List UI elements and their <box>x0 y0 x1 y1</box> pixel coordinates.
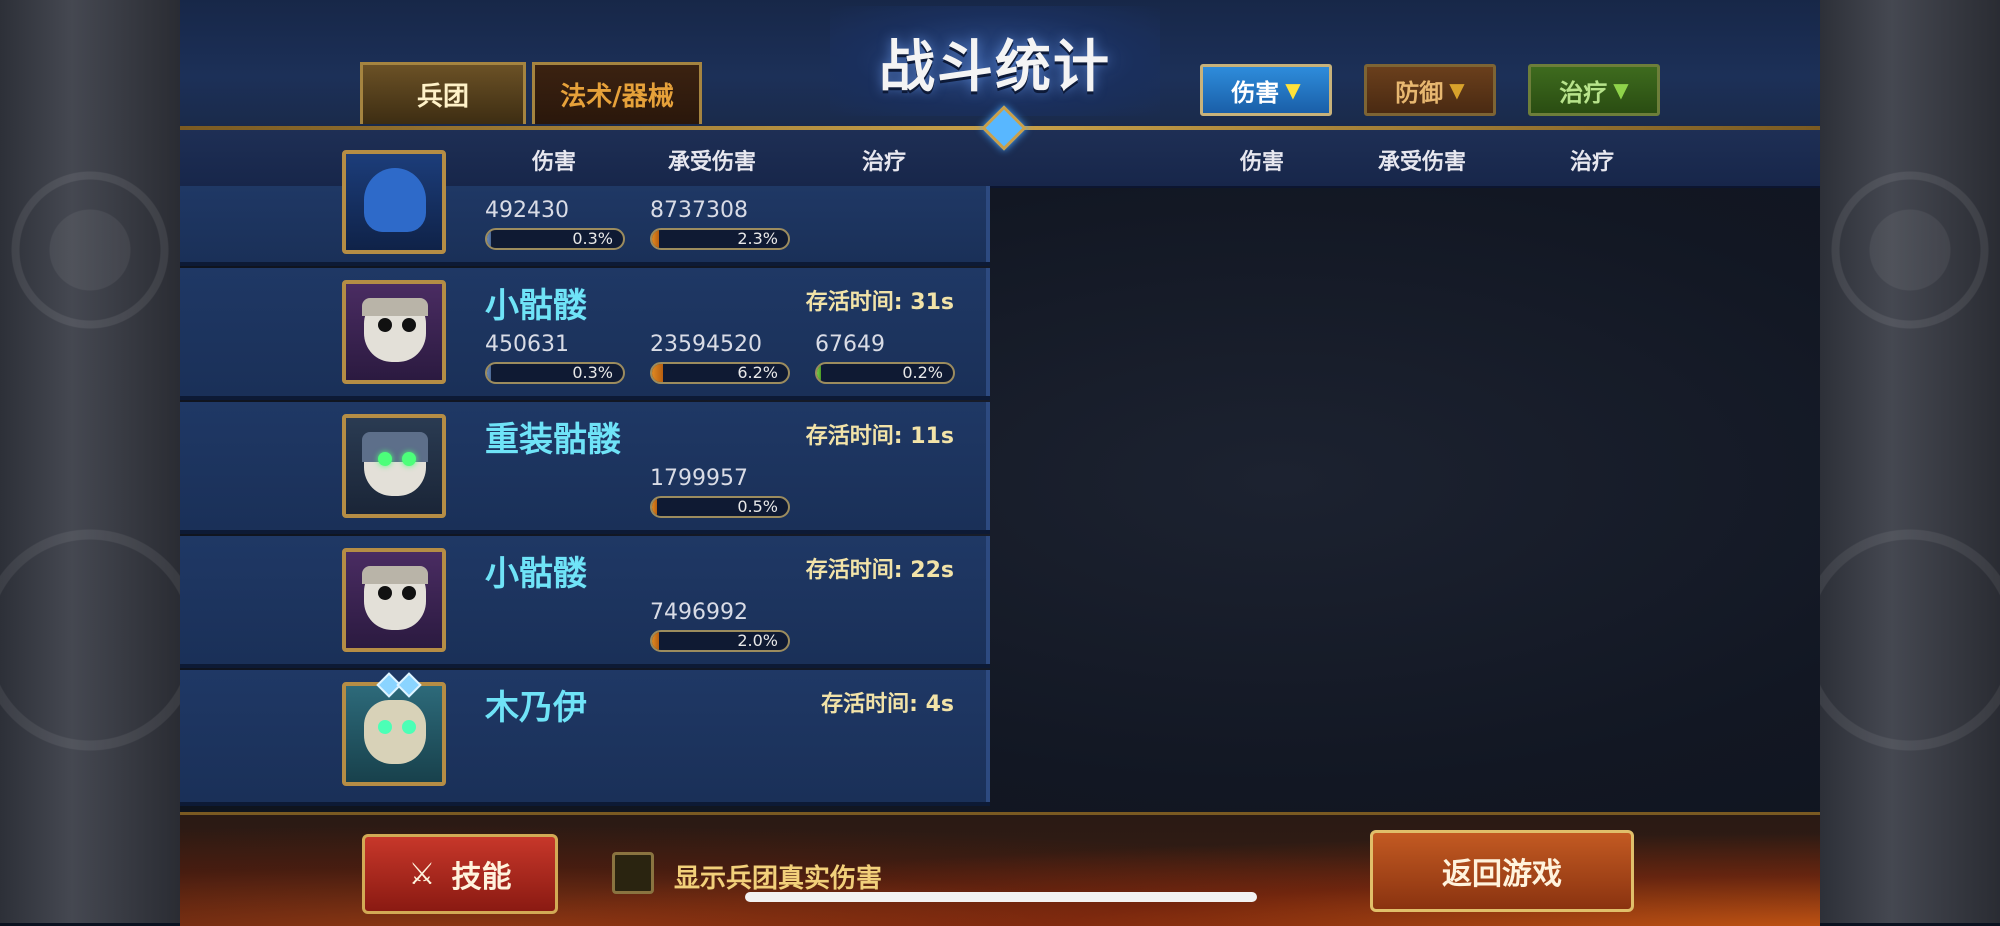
survive-label: 存活时间: <box>805 424 903 449</box>
home-indicator[interactable] <box>745 892 1257 902</box>
filter-defense-button[interactable]: 防御 ▼ <box>1364 64 1496 116</box>
unit-row[interactable]: 小骷髅 存活时间: 31s 450631 23594520 67649 0.3%… <box>180 268 990 400</box>
survive-value: 22s <box>910 558 954 583</box>
show-true-damage-checkbox[interactable] <box>612 852 654 894</box>
skill-label: 技能 <box>451 860 512 895</box>
avatar-bandage <box>362 566 428 584</box>
survive-value: 4s <box>925 692 954 717</box>
mummy-icon <box>342 682 446 786</box>
avatar-eye <box>378 318 392 332</box>
armored-skeleton-icon <box>342 414 446 518</box>
unit-name: 重装骷髅 <box>485 420 621 460</box>
survive-time: 存活时间: 31s <box>806 284 954 316</box>
avatar-face <box>364 168 426 232</box>
column-header-damage-taken: 承受伤害 <box>1378 150 1467 175</box>
avatar-eye <box>402 720 416 734</box>
avatar-face <box>364 700 426 764</box>
return-to-game-button[interactable]: 返回游戏 <box>1370 830 1634 912</box>
damage-value: 450631 <box>485 332 569 357</box>
unit-row[interactable]: 小骷髅 存活时间: 22s 7496992 2.0% <box>180 536 990 668</box>
filter-healing-label: 治疗 <box>1559 78 1608 107</box>
survive-value: 31s <box>910 290 954 315</box>
damage-percent-bar: 0.3% <box>485 228 625 250</box>
damage-percent-bar: 0.3% <box>485 362 625 384</box>
skeleton-icon <box>342 280 446 384</box>
unit-name: 木乃伊 <box>485 688 587 728</box>
column-header-healing: 治疗 <box>1570 150 1615 175</box>
left-stone-frame <box>0 0 184 923</box>
filter-defense-label: 防御 <box>1395 78 1444 107</box>
avatar-eye <box>402 318 416 332</box>
right-stone-frame <box>1816 0 2000 923</box>
healing-percent-bar: 0.2% <box>815 362 955 384</box>
damage-taken-value: 23594520 <box>650 332 762 357</box>
column-header-damage-taken: 承受伤害 <box>668 150 757 175</box>
unit-row[interactable]: 重装骷髅 存活时间: 11s 1799957 0.5% <box>180 402 990 534</box>
survive-label: 存活时间: <box>821 692 918 717</box>
avatar-eye <box>402 586 416 600</box>
survive-time: 存活时间: 11s <box>806 418 954 450</box>
survive-label: 存活时间: <box>805 558 903 583</box>
damage-taken-percent-bar: 6.2% <box>650 362 790 384</box>
survive-time: 存活时间: 4s <box>821 686 954 718</box>
blue-dragon-icon <box>342 150 446 254</box>
damage-taken-percent-bar: 0.5% <box>650 496 790 518</box>
avatar-eye <box>378 586 392 600</box>
damage-taken-percent: 6.2% <box>737 363 778 382</box>
survive-value: 11s <box>910 424 954 449</box>
tab-units[interactable]: 兵团 <box>360 62 526 124</box>
unit-name: 小骷髅 <box>485 286 587 326</box>
damage-taken-percent-bar: 2.3% <box>650 228 790 250</box>
avatar-eye <box>378 720 392 734</box>
damage-value: 492430 <box>485 198 569 223</box>
avatar-eye <box>402 452 416 466</box>
unit-row[interactable]: 492430 8737308 0.3% 2.3% <box>180 150 990 266</box>
skill-button[interactable]: ⚔ 技能 <box>362 834 558 914</box>
filter-healing-button[interactable]: 治疗 ▼ <box>1528 64 1660 116</box>
triangle-down-icon: ▼ <box>1449 78 1465 102</box>
avatar-helmet <box>362 432 428 462</box>
filter-damage-button[interactable]: 伤害 ▼ <box>1200 64 1332 116</box>
damage-percent: 0.3% <box>572 363 613 382</box>
damage-percent: 0.3% <box>572 229 613 248</box>
healing-percent: 0.2% <box>902 363 943 382</box>
column-header-healing: 治疗 <box>862 150 907 175</box>
tab-spells-devices[interactable]: 法术/器械 <box>532 62 702 124</box>
survive-label: 存活时间: <box>805 290 903 315</box>
unit-row[interactable]: 木乃伊 存活时间: 4s <box>180 670 990 806</box>
damage-taken-percent: 2.3% <box>737 229 778 248</box>
triangle-down-icon: ▼ <box>1285 78 1301 102</box>
damage-taken-value: 7496992 <box>650 600 748 625</box>
survive-time: 存活时间: 22s <box>806 552 954 584</box>
filter-damage-label: 伤害 <box>1231 78 1280 107</box>
show-true-damage-label: 显示兵团真实伤害 <box>674 864 883 894</box>
page-title: 战斗统计 <box>879 35 1111 100</box>
triangle-down-icon: ▼ <box>1613 78 1629 102</box>
avatar-bandage <box>362 298 428 316</box>
damage-taken-percent: 2.0% <box>737 631 778 650</box>
sword-icon: ⚔ <box>408 856 436 892</box>
column-header-damage: 伤害 <box>1240 150 1285 175</box>
column-header-damage: 伤害 <box>532 150 577 175</box>
damage-taken-percent: 0.5% <box>737 497 778 516</box>
avatar-eye <box>378 452 392 466</box>
damage-taken-value: 8737308 <box>650 198 748 223</box>
unit-name: 小骷髅 <box>485 554 587 594</box>
healing-value: 67649 <box>815 332 885 357</box>
damage-taken-percent-bar: 2.0% <box>650 630 790 652</box>
damage-taken-value: 1799957 <box>650 466 748 491</box>
skeleton-icon <box>342 548 446 652</box>
